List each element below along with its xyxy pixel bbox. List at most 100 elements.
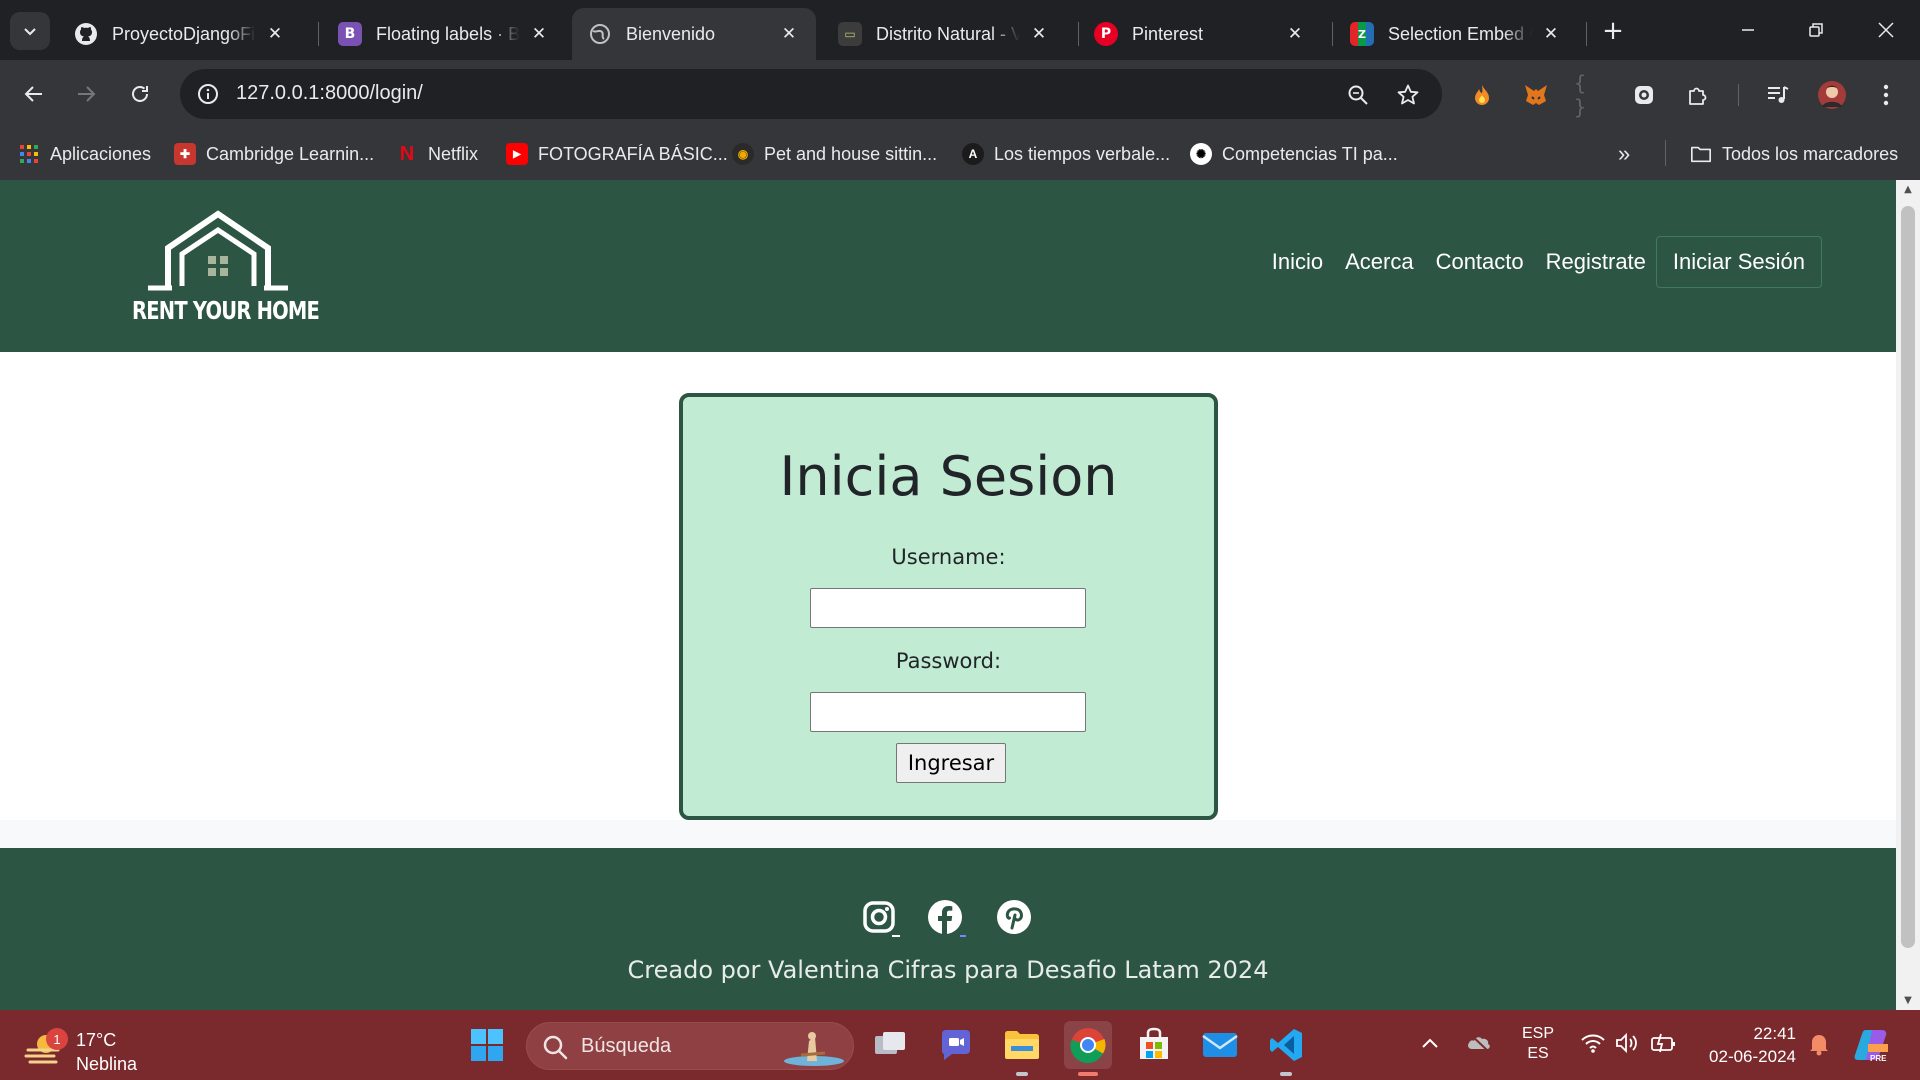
weather-temperature: 17°C [76,1030,117,1050]
folder-icon [1690,143,1712,165]
zoom-icon[interactable] [1344,81,1372,109]
close-tab-icon[interactable]: ✕ [776,21,802,47]
clock[interactable]: 22:41 02-06-2024 [1700,1022,1796,1068]
browser-menu-icon[interactable] [1870,79,1902,111]
forward-button[interactable] [66,74,106,114]
scrollbar-thumb[interactable] [1901,206,1915,948]
reload-button[interactable] [120,74,160,114]
reload-icon [132,85,148,102]
back-button[interactable] [14,74,54,114]
close-tab-icon[interactable]: ✕ [1026,21,1052,47]
nav-link-registrate[interactable]: Registrate [1546,249,1646,275]
close-tab-icon[interactable]: ✕ [1538,21,1564,47]
double-chevron-right-icon: » [1618,141,1631,166]
bookmarks-overflow-button[interactable]: » [1618,140,1630,168]
bookmark-star-icon[interactable] [1394,81,1422,109]
tab-pinterest[interactable]: P Pinterest ✕ [1078,8,1322,60]
url-text[interactable]: 127.0.0.1:8000/login/ [236,82,423,105]
bookmark-competencias[interactable]: ✺ Competencias TI pa... [1190,140,1398,168]
microsoft-store-button[interactable] [1130,1021,1178,1069]
volume-icon[interactable] [1614,1032,1640,1059]
extensions-puzzle-icon[interactable] [1682,79,1714,111]
fire-extension-icon[interactable] [1466,79,1498,111]
tab-title: Distrito Natural - V [876,23,1020,44]
tab-search-dropdown-button[interactable] [10,12,50,50]
keyboard-layout: ES [1527,1045,1549,1062]
bookmark-aplicaciones[interactable]: Aplicaciones [18,140,151,168]
close-tab-icon[interactable]: ✕ [526,21,552,47]
task-view-button[interactable] [866,1021,914,1069]
scroll-down-icon[interactable]: ▼ [1902,995,1914,1006]
nav-link-acerca[interactable]: Acerca [1345,249,1413,275]
ingresar-button[interactable]: Ingresar [896,743,1006,783]
windows-taskbar: 1 17°C Neblina Búsqueda ESP ES 22:41 02-… [0,1010,1920,1080]
json-extension-icon[interactable]: { } [1574,71,1606,119]
arrow-left-icon [24,86,42,102]
wifi-icon[interactable] [1580,1032,1606,1059]
apps-grid-icon [18,143,40,165]
close-tab-icon[interactable]: ✕ [262,21,288,47]
start-button[interactable] [463,1021,511,1069]
nav-link-inicio[interactable]: Inicio [1272,249,1323,275]
bookmark-fotografia[interactable]: ▶ FOTOGRAFÍA BÁSIC... [506,140,728,168]
tab-selection-embed[interactable]: Z Selection Embed C ✕ [1334,8,1578,60]
taskbar-search[interactable]: Búsqueda [526,1022,854,1070]
store-icon [1140,1027,1168,1059]
site-icon: ◉ [732,143,754,165]
site-header: RENT YOUR HOME Inicio Acerca Contacto Re… [0,180,1896,352]
minimize-window-button[interactable] [1718,8,1778,52]
tab-github[interactable]: ProyectoDjangoFin ✕ [58,8,302,60]
metamask-extension-icon[interactable] [1520,79,1552,111]
site-info-icon[interactable] [194,80,222,108]
tab-title: Pinterest [1132,23,1204,44]
site-icon: ▭ [838,22,862,46]
nav-login-button[interactable]: Iniciar Sesión [1655,236,1822,288]
bookmark-label: Todos los marcadores [1722,143,1899,164]
vscode-button[interactable] [1262,1021,1310,1069]
mail-icon [1202,1033,1238,1057]
scroll-up-icon[interactable]: ▲ [1902,184,1914,195]
all-bookmarks-button[interactable]: Todos los marcadores [1690,140,1898,168]
notification-bell-icon[interactable] [1808,1032,1830,1061]
site-logo[interactable]: RENT YOUR HOME [130,208,320,328]
profile-avatar[interactable] [1816,79,1848,111]
mail-button[interactable] [1196,1021,1244,1069]
language-indicator[interactable]: ESP ES [1522,1024,1554,1064]
battery-icon[interactable] [1650,1032,1678,1059]
tab-title: Selection Embed C [1388,23,1532,44]
file-explorer-button[interactable] [998,1021,1046,1069]
restore-window-button[interactable] [1786,8,1846,52]
show-hidden-icons-button[interactable] [1420,1034,1440,1055]
address-bar[interactable]: 127.0.0.1:8000/login/ [180,69,1442,119]
bookmark-netflix[interactable]: N Netflix [396,140,478,168]
chrome-button[interactable] [1064,1021,1112,1069]
nav-link-contacto[interactable]: Contacto [1436,249,1524,275]
new-tab-button[interactable]: + [1596,14,1630,48]
page-scrollbar[interactable]: ▲ ▼ [1896,180,1920,1010]
pinterest-icon[interactable] [994,898,1034,938]
tab-divider [1586,22,1587,46]
copilot-icon[interactable]: PRE [1852,1024,1892,1069]
bookmark-tiempos-verbales[interactable]: A Los tiempos verbale... [962,140,1170,168]
tab-distrito-natural[interactable]: ▭ Distrito Natural - V ✕ [822,8,1066,60]
onedrive-icon[interactable] [1466,1032,1492,1057]
close-window-button[interactable] [1856,8,1916,52]
username-input[interactable] [810,588,1086,628]
facebook-icon[interactable] [926,898,966,938]
pinterest-icon: P [1094,22,1118,46]
username-label: Username: [891,545,1006,569]
main-nav: Inicio Acerca Contacto Registrate Inicia… [1250,236,1822,288]
bookmark-cambridge[interactable]: ✚ Cambridge Learnin... [174,140,374,168]
tab-bienvenido[interactable]: Bienvenido ✕ [572,8,816,60]
password-input[interactable] [810,692,1086,732]
bookmark-label: Los tiempos verbale... [994,143,1171,164]
close-tab-icon[interactable]: ✕ [1282,21,1308,47]
weather-widget[interactable]: 1 17°C Neblina [24,1022,164,1074]
record-extension-icon[interactable] [1628,79,1660,111]
bookmark-pet-house[interactable]: ◉ Pet and house sittin... [732,140,937,168]
media-control-icon[interactable] [1762,79,1794,111]
tab-bootstrap[interactable]: B Floating labels · Bo ✕ [322,8,566,60]
teams-chat-button[interactable] [932,1021,980,1069]
instagram-icon[interactable] [860,898,900,938]
clock-date: 02-06-2024 [1709,1047,1796,1066]
